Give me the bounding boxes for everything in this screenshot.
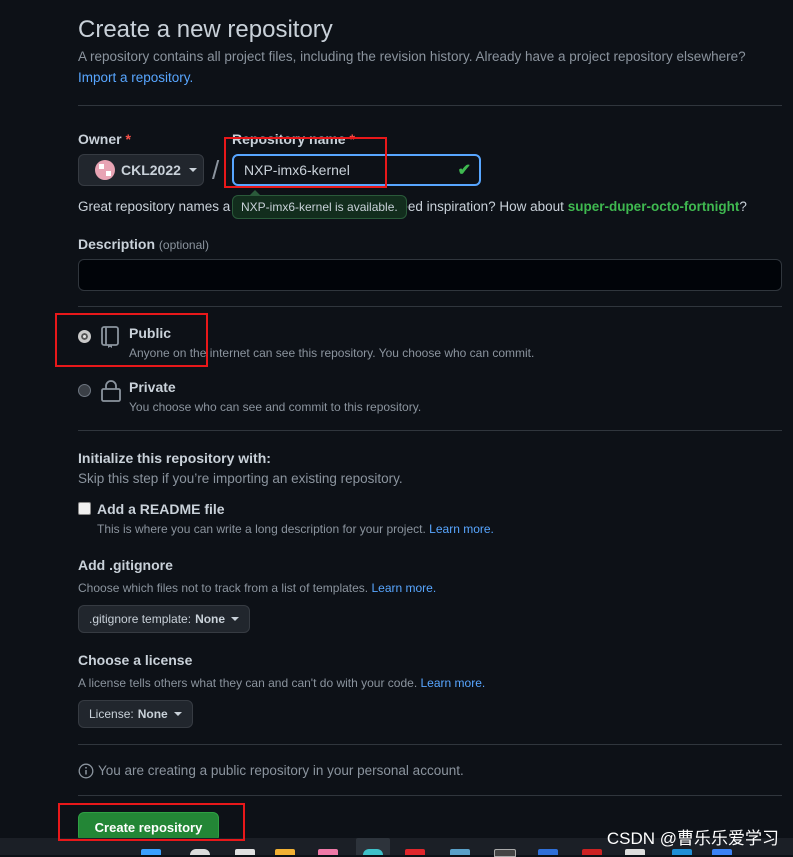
app-icon[interactable] xyxy=(672,849,692,855)
check-icon: ✔ xyxy=(457,162,471,179)
app-icon[interactable] xyxy=(235,849,255,855)
public-notice: You are creating a public repository in … xyxy=(98,763,464,778)
app-icon[interactable] xyxy=(450,849,470,855)
browser-icon[interactable] xyxy=(363,849,383,855)
repo-name-label: Repository name * xyxy=(232,131,355,147)
divider xyxy=(78,744,782,745)
license-dropdown[interactable]: License: None xyxy=(78,700,193,728)
info-icon xyxy=(78,763,94,779)
app-icon[interactable] xyxy=(625,849,645,855)
owner-value: CKL2022 xyxy=(121,162,181,178)
page-title: Create a new repository xyxy=(78,16,333,43)
public-title: Public xyxy=(129,325,172,341)
app-icon[interactable] xyxy=(318,849,338,855)
init-title: Initialize this repository with: xyxy=(78,450,271,466)
availability-tooltip: NXP-imx6-kernel is available. xyxy=(232,190,407,219)
import-repository-link[interactable]: Import a repository. xyxy=(78,70,193,85)
public-radio[interactable] xyxy=(78,330,91,343)
required-mark: * xyxy=(125,131,131,147)
gitignore-learn-more-link[interactable]: Learn more. xyxy=(371,581,436,595)
public-desc: Anyone on the internet can see this repo… xyxy=(129,346,535,360)
description-input[interactable] xyxy=(78,259,782,291)
terminal-icon[interactable] xyxy=(494,849,516,857)
private-desc: You choose who can see and commit to thi… xyxy=(129,400,422,414)
init-desc: Skip this step if you’re importing an ex… xyxy=(78,471,403,486)
search-icon[interactable] xyxy=(190,849,210,855)
owner-repo-separator: / xyxy=(212,155,220,185)
readme-learn-more-link[interactable]: Learn more. xyxy=(429,522,494,536)
folder-icon[interactable] xyxy=(275,849,295,855)
windows-start-icon[interactable] xyxy=(141,849,161,855)
caret-down-icon xyxy=(188,168,197,172)
divider xyxy=(78,430,782,431)
app-icon[interactable] xyxy=(712,849,732,855)
repo-name-input[interactable]: NXP-imx6-kernel ✔ xyxy=(232,154,481,186)
private-title: Private xyxy=(129,379,176,395)
license-learn-more-link[interactable]: Learn more. xyxy=(421,676,486,690)
watermark: CSDN @曹乐乐爱学习 xyxy=(606,829,779,848)
app-icon[interactable] xyxy=(538,849,558,855)
owner-dropdown[interactable]: CKL2022 xyxy=(78,154,204,186)
readme-checkbox[interactable] xyxy=(78,502,91,515)
gitignore-desc: Choose which files not to track from a l… xyxy=(78,581,437,595)
divider xyxy=(78,306,782,307)
avatar xyxy=(95,160,115,180)
caret-down-icon xyxy=(231,617,240,621)
gitignore-title: Add .gitignore xyxy=(78,557,173,573)
readme-label: Add a README file xyxy=(97,501,225,517)
caret-down-icon xyxy=(173,712,182,716)
divider xyxy=(78,795,782,796)
gitignore-template-dropdown[interactable]: .gitignore template: None xyxy=(78,605,251,633)
required-mark: * xyxy=(349,131,355,147)
readme-desc: This is where you can write a long descr… xyxy=(97,522,494,536)
repo-name-value: NXP-imx6-kernel xyxy=(244,162,350,178)
private-radio[interactable] xyxy=(78,384,91,397)
repo-name-hint: Great repository names a eed inspiration?… xyxy=(78,199,747,214)
optional-tag: (optional) xyxy=(158,238,209,252)
repo-icon xyxy=(101,326,119,348)
app-icon[interactable] xyxy=(405,849,425,855)
lock-icon xyxy=(101,380,121,402)
page-subtitle: A repository contains all project files,… xyxy=(78,49,746,64)
owner-label: Owner * xyxy=(78,131,131,147)
suggested-name-link[interactable]: super-duper-octo-fortnight xyxy=(568,199,740,214)
license-desc: A license tells others what they can and… xyxy=(78,676,486,690)
description-label: Description (optional) xyxy=(78,236,209,252)
license-title: Choose a license xyxy=(78,652,193,668)
divider xyxy=(78,105,782,106)
app-icon[interactable] xyxy=(582,849,602,855)
